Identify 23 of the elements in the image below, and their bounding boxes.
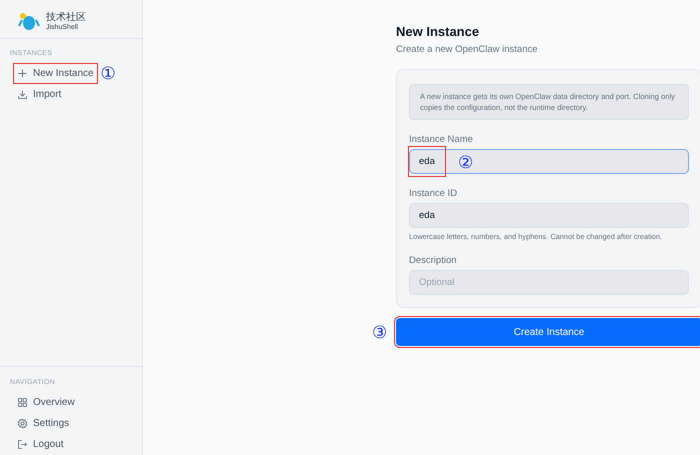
logo-text: 技术社区 bbox=[46, 12, 86, 22]
page-subtitle: Create a new OpenClaw instance bbox=[396, 44, 539, 55]
logout-icon bbox=[17, 439, 28, 450]
page-title: New Instance bbox=[396, 24, 480, 39]
annotation-number: ① bbox=[100, 65, 116, 82]
grid-icon bbox=[17, 397, 28, 408]
annotation-number: ③ bbox=[372, 324, 387, 341]
sidebar-item[interactable]: Import bbox=[14, 87, 64, 102]
plus-icon bbox=[17, 68, 28, 79]
sidebar-item[interactable]: Logout bbox=[14, 437, 67, 452]
input-field[interactable]: Optional bbox=[409, 270, 689, 295]
settings-icon bbox=[17, 418, 28, 429]
input-field[interactable]: eda bbox=[409, 203, 689, 228]
sidebar-item[interactable]: New Instance bbox=[14, 64, 97, 83]
highlight-box bbox=[408, 146, 446, 177]
sidebar-item[interactable]: Settings bbox=[14, 416, 72, 431]
download-icon bbox=[17, 89, 28, 100]
field-label: Description bbox=[409, 255, 458, 266]
field-label: Instance Name bbox=[409, 134, 474, 145]
sidebar-item[interactable]: Overview bbox=[14, 395, 78, 410]
annotation-number: ② bbox=[458, 154, 473, 171]
field-label: Instance ID bbox=[409, 188, 458, 199]
create-instance-button[interactable]: Create Instance bbox=[396, 318, 700, 346]
